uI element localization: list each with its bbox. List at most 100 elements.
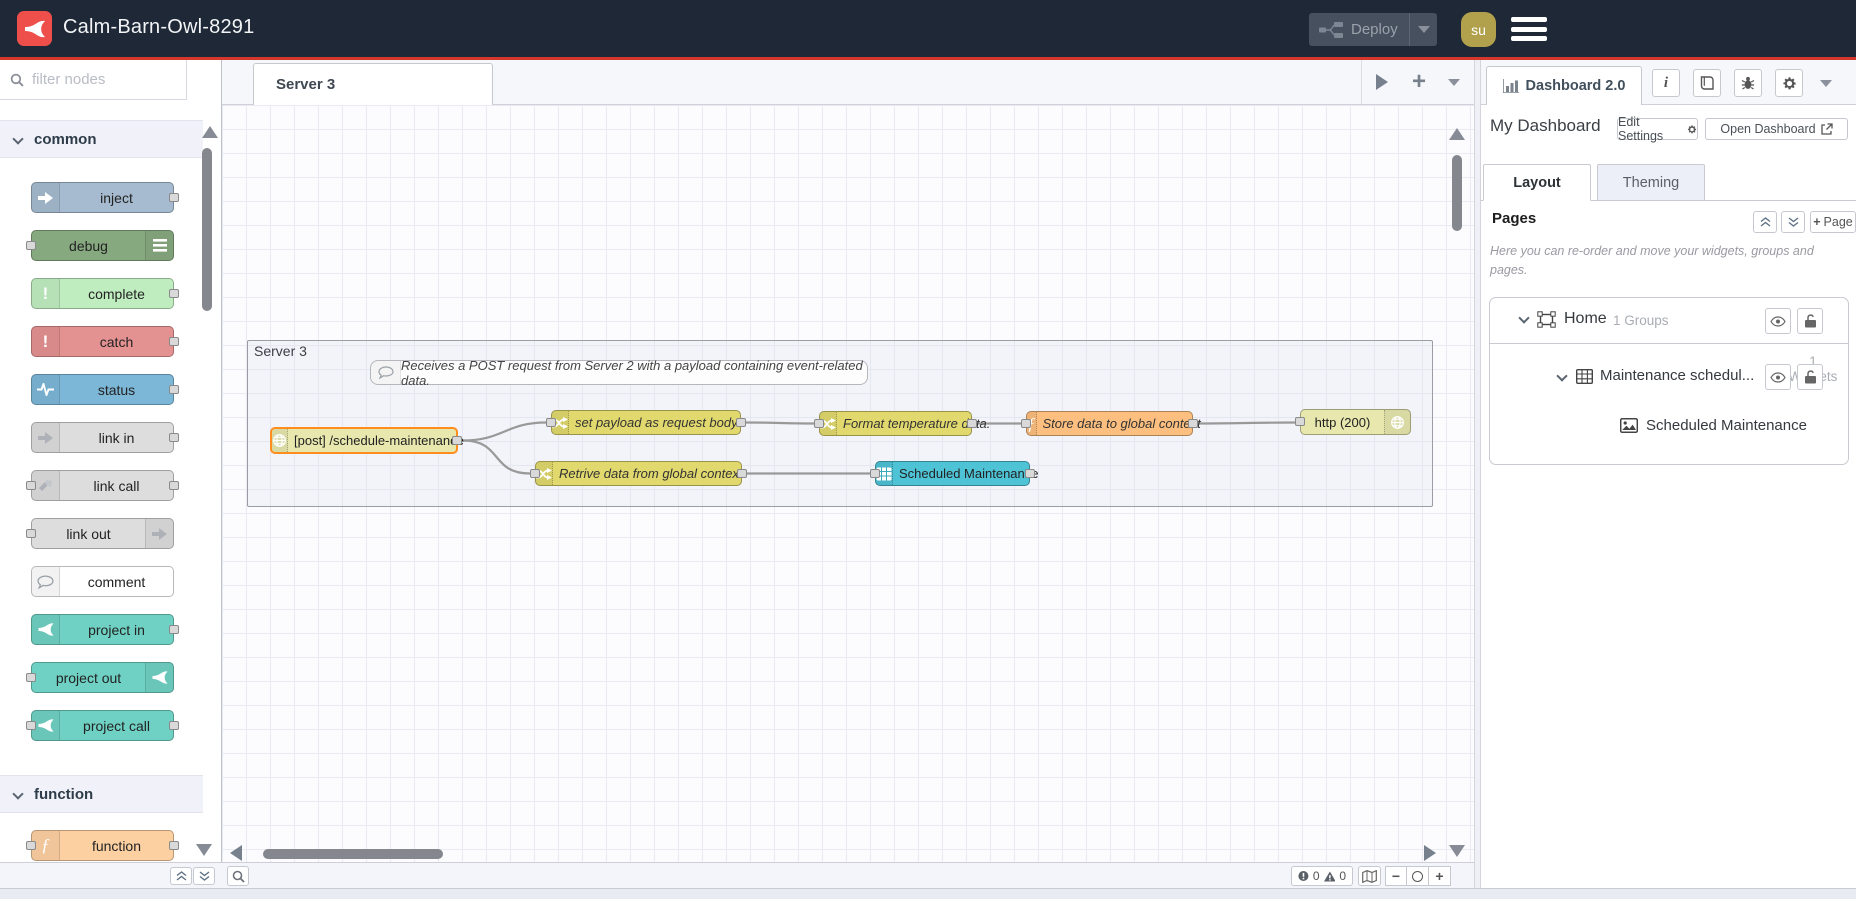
palette-expand-all-button[interactable]: [193, 867, 215, 885]
zoom-out-button[interactable]: −: [1385, 866, 1407, 886]
config-tab-button[interactable]: [1775, 69, 1803, 97]
scroll-down-button[interactable]: [1449, 845, 1465, 857]
page-meta: 1 Groups: [1613, 313, 1669, 328]
flow-node-set-payload[interactable]: set payload as request body: [546, 410, 746, 435]
palette-collapse-all-button[interactable]: [170, 867, 192, 885]
palette-scrollbar-thumb[interactable]: [202, 148, 212, 311]
eye-icon: [1770, 371, 1786, 383]
scroll-right-button[interactable]: [1424, 845, 1436, 861]
circle-icon: [1412, 870, 1423, 882]
tree-row-home[interactable]: Home 1 Groups: [1490, 298, 1848, 344]
info-tab-button[interactable]: i: [1652, 69, 1680, 97]
palette-node-project-in[interactable]: project in: [31, 614, 179, 645]
scroll-up-button[interactable]: [1449, 128, 1465, 140]
toggle-visibility-button[interactable]: [1765, 364, 1791, 390]
tree-row-widget[interactable]: Scheduled Maintenance: [1490, 410, 1848, 450]
palette-node-debug[interactable]: debug: [26, 230, 174, 261]
header: Calm-Barn-Owl-8291 Deploy su: [0, 0, 1856, 57]
flow-node-comment[interactable]: Receives a POST request from Server 2 wi…: [370, 358, 868, 388]
palette-scroll-down-button[interactable]: [196, 844, 212, 856]
palette-scroll-up-button[interactable]: [202, 126, 218, 138]
palette-node-link-out[interactable]: link out: [26, 518, 174, 549]
zoom-reset-button[interactable]: [1407, 866, 1429, 886]
deploy-button[interactable]: Deploy: [1309, 13, 1437, 46]
next-tab-button[interactable]: [1375, 74, 1390, 90]
pages-description: Here you can re-order and move your widg…: [1490, 244, 1814, 278]
palette-node-status[interactable]: status: [31, 374, 179, 405]
tab-theming[interactable]: Theming: [1597, 164, 1705, 201]
input-port: [530, 468, 540, 478]
user-avatar[interactable]: su: [1461, 12, 1496, 47]
toggle-visibility-button[interactable]: [1765, 308, 1791, 334]
palette-node-label: project out: [55, 669, 122, 686]
exclamation-icon: !: [32, 327, 60, 356]
toggle-lock-button[interactable]: [1797, 308, 1823, 334]
add-page-button[interactable]: + Page: [1810, 211, 1856, 233]
chevron-down-icon: [1417, 26, 1430, 33]
palette-node-project-call[interactable]: project call: [26, 710, 179, 741]
scroll-left-button[interactable]: [230, 845, 242, 861]
flow-node-format[interactable]: Format temperature data.: [814, 411, 990, 436]
navigator-button[interactable]: [1358, 866, 1381, 886]
palette-node-project-out[interactable]: project out: [26, 662, 174, 693]
workspace-tab-server-3[interactable]: Server 3: [253, 63, 493, 105]
add-flow-button[interactable]: +: [1412, 70, 1426, 94]
canvas-search-button[interactable]: [227, 866, 249, 886]
input-port: [26, 672, 36, 682]
chevron-down-icon: [12, 133, 24, 145]
tab-list-button[interactable]: [1448, 78, 1460, 86]
node-label: Scheduled Maintenance: [899, 466, 1039, 481]
group-label: Server 3: [254, 343, 307, 359]
output-port: [169, 192, 179, 202]
flow-node-store[interactable]: ƒ Store data to global context: [1021, 411, 1201, 436]
palette-node-link-in[interactable]: link in: [31, 422, 179, 453]
input-port: [26, 840, 36, 850]
move-page-down-button[interactable]: [1781, 211, 1805, 233]
palette-category-common[interactable]: common: [0, 120, 203, 158]
edit-settings-button[interactable]: Edit Settings: [1617, 115, 1698, 143]
eye-icon: [1770, 315, 1786, 327]
toggle-lock-button[interactable]: [1797, 364, 1823, 390]
palette-node-function[interactable]: ƒ function: [26, 830, 179, 861]
output-port: [737, 468, 747, 478]
flow-node-http-response[interactable]: http (200): [1295, 409, 1411, 435]
chevron-down-icon[interactable]: [1518, 312, 1530, 324]
output-port: [169, 840, 179, 850]
canvas-status-bar: 0 0 − +: [222, 862, 1474, 888]
palette-node-complete[interactable]: ! complete: [31, 278, 179, 309]
main-menu-button[interactable]: [1511, 17, 1547, 41]
palette-node-label: link out: [66, 525, 111, 542]
chevron-down-icon[interactable]: [1556, 370, 1568, 382]
help-tab-button[interactable]: [1693, 69, 1721, 97]
zoom-in-button[interactable]: +: [1429, 866, 1451, 886]
sidebar-tab-dashboard[interactable]: Dashboard 2.0: [1486, 66, 1642, 105]
tab-layout[interactable]: Layout: [1483, 164, 1591, 201]
workspace-tab-label: Server 3: [276, 76, 336, 93]
flow-canvas[interactable]: Server 3 Receives a POST request from Se…: [222, 105, 1474, 862]
flow-node-retrieve[interactable]: Retrive data from global context: [530, 461, 747, 486]
palette-node-catch[interactable]: ! catch: [31, 326, 179, 357]
palette-search[interactable]: filter nodes: [0, 60, 187, 100]
move-page-up-button[interactable]: [1753, 211, 1777, 233]
palette-node-inject[interactable]: inject: [31, 182, 179, 213]
palette-node-comment[interactable]: comment: [31, 566, 174, 597]
link-call-icon: [32, 471, 60, 500]
workspace-tab-toolbar: +: [1360, 60, 1474, 104]
sidebar-tab-list-button[interactable]: [1820, 80, 1832, 87]
vertical-scrollbar-thumb[interactable]: [1452, 155, 1462, 231]
debug-tab-button[interactable]: [1734, 69, 1762, 97]
palette-search-placeholder: filter nodes: [32, 71, 106, 88]
palette-node-label: inject: [100, 189, 133, 206]
deploy-options-button[interactable]: [1409, 13, 1437, 46]
sidebar-resize-handle[interactable]: [1474, 60, 1481, 888]
comment-bubble-icon: [32, 567, 60, 596]
horizontal-scrollbar-thumb[interactable]: [263, 849, 443, 859]
flow-node-http-in[interactable]: [post] /schedule-maintenance: [270, 427, 464, 454]
palette-node-link-call[interactable]: link call: [26, 470, 179, 501]
flow-node-table-widget[interactable]: Scheduled Maintenance: [870, 461, 1039, 486]
output-port: [736, 417, 746, 427]
open-dashboard-button[interactable]: Open Dashboard: [1705, 118, 1848, 140]
palette-category-function[interactable]: function: [0, 775, 203, 813]
notification-counts[interactable]: 0 0: [1291, 866, 1353, 886]
tab-label: Theming: [1622, 174, 1680, 191]
